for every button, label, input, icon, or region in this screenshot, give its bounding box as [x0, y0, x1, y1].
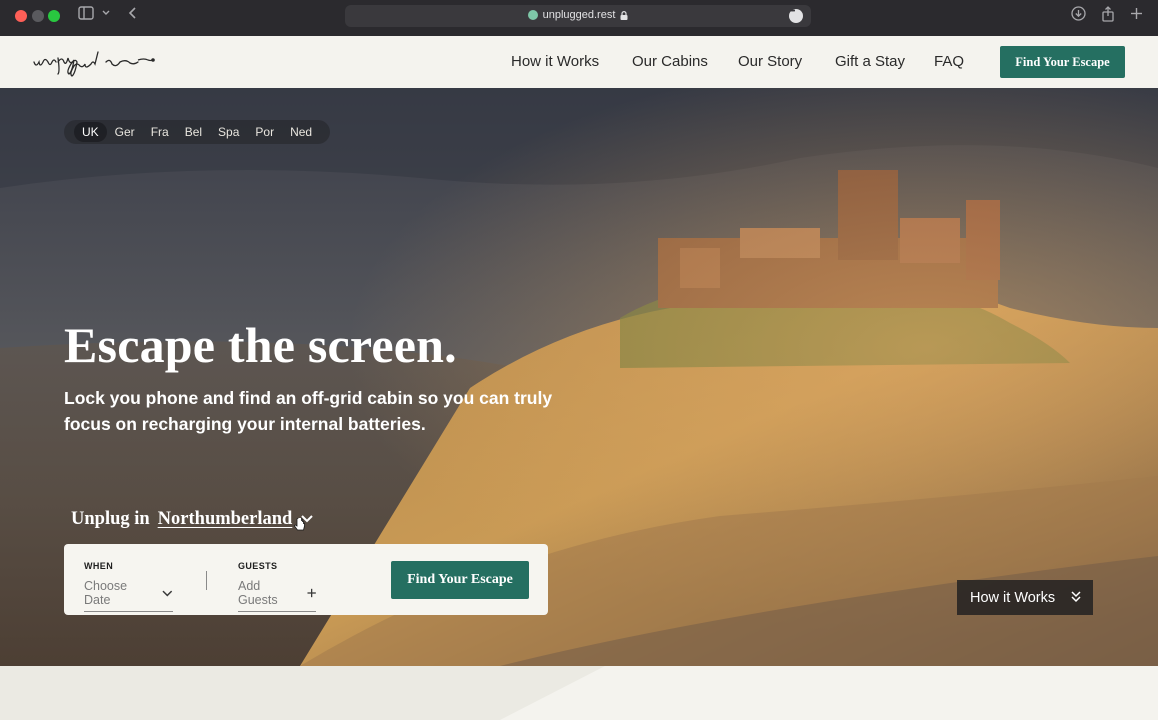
plus-icon	[307, 588, 316, 598]
find-escape-button[interactable]: Find Your Escape	[391, 561, 529, 599]
lang-bel[interactable]: Bel	[177, 122, 210, 142]
how-it-works-label: How it Works	[970, 589, 1056, 606]
guests-picker[interactable]: Add Guests	[238, 579, 316, 612]
unplug-prefix: Unplug in	[71, 509, 150, 529]
nav-gift-a-stay[interactable]: Gift a Stay	[835, 53, 905, 70]
nav-how-it-works[interactable]: How it Works	[511, 53, 599, 70]
location-selector: Unplug in Northumberland	[71, 509, 314, 530]
chevron-down-icon	[162, 590, 173, 596]
lang-por[interactable]: Por	[247, 122, 282, 142]
share-icon[interactable]	[1101, 6, 1115, 28]
language-selector: UK Ger Fra Bel Spa Por Ned	[64, 120, 331, 144]
chevron-down-icon[interactable]	[102, 6, 110, 26]
search-card: WHEN Choose Date GUESTS Add Guests Find …	[64, 544, 548, 615]
hero-subtitle: Lock you phone and find an off-grid cabi…	[64, 388, 553, 434]
date-picker[interactable]: Choose Date	[84, 579, 173, 612]
nav-our-story[interactable]: Our Story	[738, 53, 802, 70]
next-section	[0, 666, 1158, 720]
how-it-works-button[interactable]: How it Works	[957, 580, 1093, 615]
guests-placeholder: Add Guests	[238, 579, 278, 607]
double-chevron-down-icon	[1071, 591, 1081, 603]
minimize-window-button[interactable]	[32, 10, 44, 22]
when-label: WHEN	[84, 561, 114, 571]
close-window-button[interactable]	[15, 10, 27, 22]
lang-fra[interactable]: Fra	[143, 122, 177, 142]
lang-ned[interactable]: Ned	[282, 122, 320, 142]
new-tab-icon[interactable]	[1130, 6, 1143, 26]
lang-ger[interactable]: Ger	[107, 122, 143, 142]
date-placeholder: Choose Date	[84, 579, 128, 607]
lang-spa[interactable]: Spa	[210, 122, 247, 142]
nav-our-cabins[interactable]: Our Cabins	[632, 53, 708, 70]
hero-section: UK Ger Fra Bel Spa Por Ned Escape the sc…	[0, 88, 1158, 666]
site-logo[interactable]	[32, 46, 157, 78]
guests-label: GUESTS	[238, 561, 278, 571]
pointer-cursor-icon	[294, 518, 305, 531]
page-menu-icon[interactable]	[789, 8, 803, 23]
hero-title: Escape the screen.	[64, 317, 457, 373]
address-bar[interactable]: unplugged.rest	[345, 5, 811, 27]
header-find-escape-button[interactable]: Find Your Escape	[1000, 46, 1125, 78]
sidebar-toggle-icon[interactable]	[78, 6, 94, 26]
site-header: How it Works Our Cabins Our Story Gift a…	[0, 36, 1158, 88]
nav-faq[interactable]: FAQ	[934, 53, 964, 70]
field-divider	[206, 571, 207, 590]
zoom-window-button[interactable]	[48, 10, 60, 22]
section-decoration	[0, 666, 1158, 720]
url-text: unplugged.rest	[542, 9, 616, 21]
location-dropdown[interactable]: Northumberland	[158, 509, 293, 530]
downloads-icon[interactable]	[1071, 6, 1086, 27]
lang-uk[interactable]: UK	[74, 122, 107, 142]
lock-icon	[620, 10, 628, 20]
browser-toolbar: unplugged.rest	[0, 0, 1158, 36]
back-icon[interactable]	[127, 6, 137, 26]
site-favicon-icon	[527, 10, 538, 20]
